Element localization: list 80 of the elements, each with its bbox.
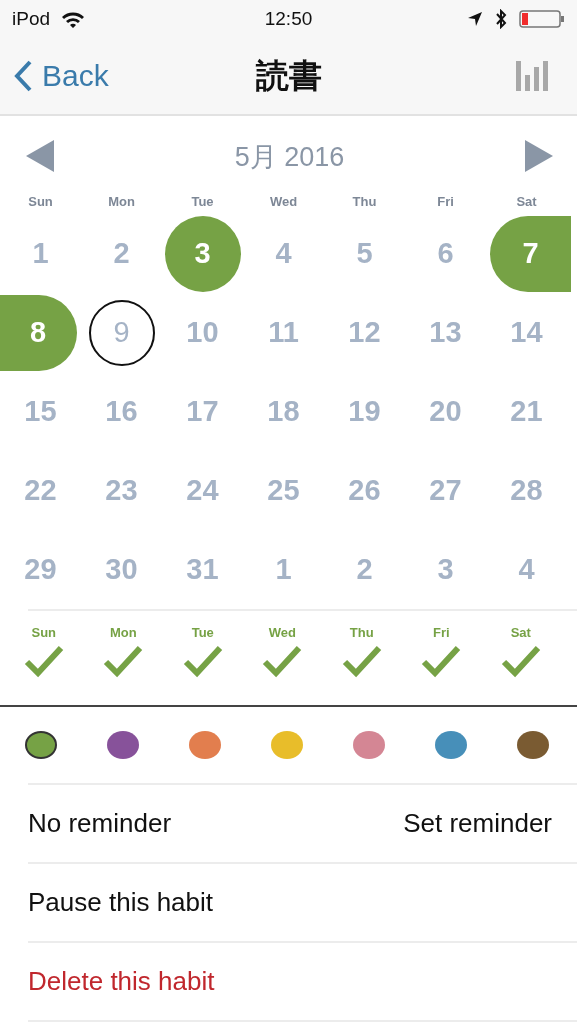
checkmark-icon[interactable] [262, 644, 303, 678]
battery-icon [519, 9, 565, 29]
color-swatch[interactable] [25, 731, 57, 759]
calendar-day[interactable]: 10 [164, 294, 241, 371]
calendar-day[interactable]: 24 [164, 452, 241, 529]
calendar-day[interactable]: 1 [2, 215, 79, 292]
set-reminder-button[interactable]: Set reminder [403, 808, 552, 839]
calendar-day[interactable]: 4 [245, 215, 322, 292]
completed-day[interactable]: 7 [490, 215, 571, 292]
pause-button[interactable]: Pause this habit [28, 887, 213, 918]
weekday-label: Sun [31, 625, 57, 640]
checkmark-icon[interactable] [182, 644, 223, 678]
calendar-day[interactable]: 26 [326, 452, 403, 529]
calendar-day[interactable]: 19 [326, 373, 403, 450]
calendar-day[interactable]: 23 [83, 452, 160, 529]
weekday-label: Wed [268, 625, 296, 640]
carrier-name: iPod [12, 8, 51, 30]
month-title: 5月 2016 [234, 141, 345, 174]
color-swatch[interactable] [435, 731, 467, 759]
back-button[interactable]: Back [14, 59, 109, 93]
calendar-day[interactable]: 31 [164, 531, 241, 608]
today-day[interactable]: 9 [88, 299, 155, 366]
calendar-day[interactable]: 12 [326, 294, 403, 371]
weekday-label: Wed [268, 193, 299, 211]
clock-time: 12:50 [264, 8, 313, 29]
calendar-day[interactable]: 3 [407, 531, 484, 608]
weekday-label: Thu [351, 193, 378, 211]
next-month-button[interactable] [525, 139, 553, 175]
calendar-day[interactable]: 25 [245, 452, 322, 529]
calendar-day[interactable]: 30 [83, 531, 160, 608]
weekday-label: Mon [109, 625, 137, 640]
bar-chart-icon[interactable] [515, 61, 549, 91]
delete-button[interactable]: Delete this habit [28, 966, 215, 997]
bluetooth-icon [495, 9, 507, 29]
calendar-day[interactable]: 14 [488, 294, 565, 371]
calendar-day[interactable]: 6 [407, 215, 484, 292]
checkmark-icon[interactable] [103, 644, 144, 678]
calendar-day[interactable]: 2 [326, 531, 403, 608]
checkmark-icon[interactable] [421, 644, 462, 678]
completed-day[interactable]: 3 [164, 215, 241, 292]
weekday-label: Sun [27, 193, 54, 211]
page-title: 読書 [255, 56, 322, 96]
calendar-day[interactable]: 27 [407, 452, 484, 529]
checkmark-icon[interactable] [500, 644, 541, 678]
wifi-icon [60, 10, 87, 28]
calendar-day[interactable]: 5 [326, 215, 403, 292]
calendar-day[interactable]: 22 [2, 452, 79, 529]
color-swatch[interactable] [189, 731, 221, 759]
location-icon [467, 11, 483, 27]
completed-day[interactable]: 8 [0, 294, 77, 371]
calendar-day[interactable]: 18 [245, 373, 322, 450]
calendar-day[interactable]: 29 [2, 531, 79, 608]
reminder-status: No reminder [28, 808, 172, 839]
calendar-day[interactable]: 1 [245, 531, 322, 608]
previous-month-button[interactable] [26, 139, 54, 175]
weekday-label: Thu [349, 625, 374, 640]
calendar-day[interactable]: 13 [407, 294, 484, 371]
color-swatch[interactable] [517, 731, 549, 759]
calendar-day[interactable]: 2 [83, 215, 160, 292]
checkmark-icon[interactable] [341, 644, 382, 678]
color-swatch[interactable] [271, 731, 303, 759]
weekday-label: Fri [436, 193, 455, 211]
calendar-day[interactable]: 17 [164, 373, 241, 450]
weekday-label: Mon [107, 193, 136, 211]
calendar-day[interactable]: 21 [488, 373, 565, 450]
color-swatch[interactable] [107, 731, 139, 759]
weekday-label: Tue [191, 625, 214, 640]
checkmark-icon[interactable] [23, 644, 64, 678]
color-swatch[interactable] [353, 731, 385, 759]
calendar-day[interactable]: 15 [2, 373, 79, 450]
weekday-label: Fri [432, 625, 450, 640]
calendar-day[interactable]: 28 [488, 452, 565, 529]
weekday-label: Sat [515, 193, 538, 211]
chevron-left-icon [14, 60, 32, 92]
calendar-day[interactable]: 11 [245, 294, 322, 371]
weekday-label: Sat [510, 625, 531, 640]
weekday-label: Tue [190, 193, 215, 211]
calendar-day[interactable]: 20 [407, 373, 484, 450]
calendar-day[interactable]: 4 [488, 531, 565, 608]
calendar-day[interactable]: 16 [83, 373, 160, 450]
